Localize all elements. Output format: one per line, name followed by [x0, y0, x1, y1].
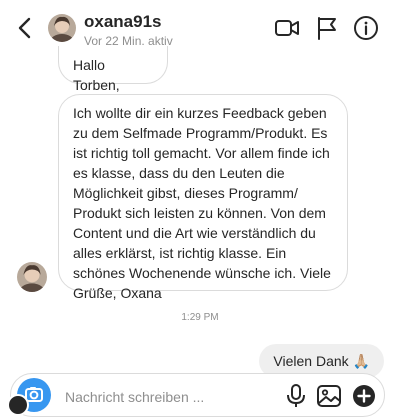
- add-icon[interactable]: [351, 383, 377, 409]
- message-bubble-feedback[interactable]: Ich wollte dir ein kurzes Feedback geben…: [58, 94, 348, 301]
- account-badge-icon: [7, 394, 29, 416]
- sender-avatar[interactable]: [17, 262, 47, 292]
- message-bubble-greeting[interactable]: Hallo Torben,: [58, 46, 168, 93]
- message-timestamp: 1:29 PM: [181, 312, 219, 323]
- folded-hands-emoji: 🙏🏼: [352, 353, 370, 369]
- back-icon[interactable]: [14, 16, 36, 40]
- flag-icon[interactable]: [314, 15, 340, 41]
- message-input[interactable]: [63, 386, 257, 408]
- video-camera-icon[interactable]: [274, 15, 300, 41]
- gallery-icon[interactable]: [316, 383, 342, 409]
- microphone-icon[interactable]: [283, 383, 309, 409]
- info-icon[interactable]: [353, 15, 379, 41]
- reply-text: Vielen Dank: [273, 353, 349, 369]
- avatar[interactable]: [48, 14, 76, 42]
- username[interactable]: oxana91s: [84, 12, 162, 32]
- message-composer: [7, 373, 385, 417]
